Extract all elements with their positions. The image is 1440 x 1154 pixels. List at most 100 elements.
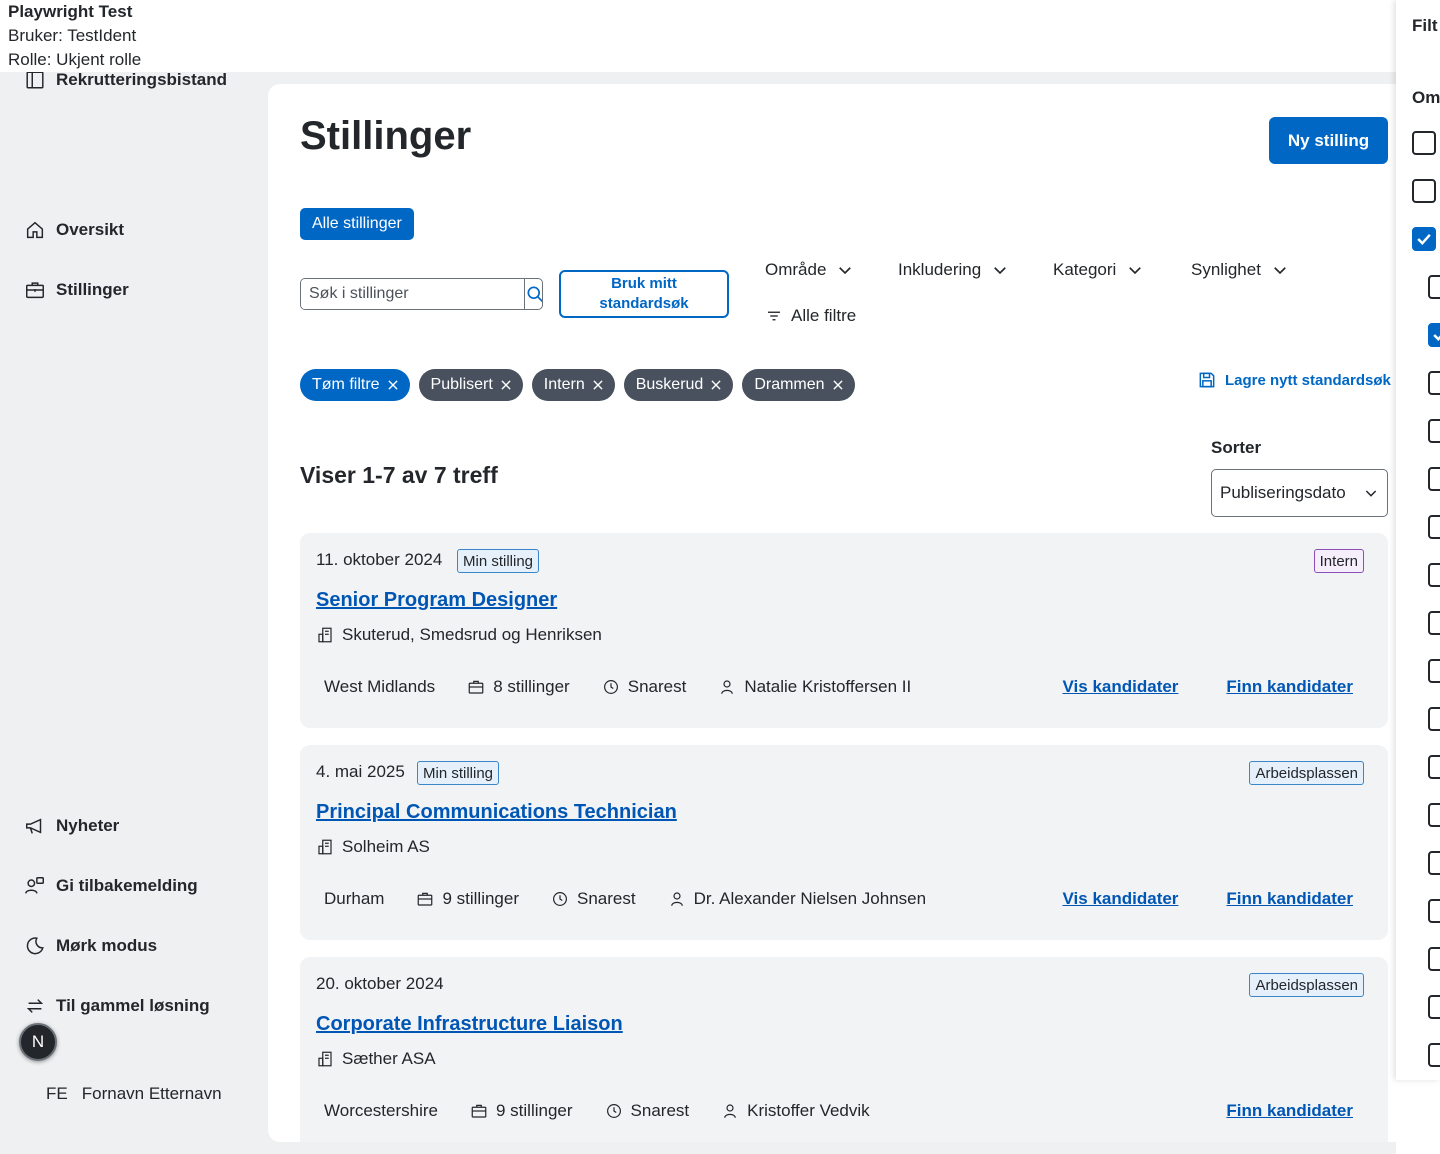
position-count-text: 9 stillinger	[442, 889, 520, 908]
position-count: 8 stillinger	[467, 677, 570, 697]
filter-checkbox[interactable]	[1428, 419, 1440, 443]
sidebar: Rekrutteringsbistand Oversikt Stillinger…	[0, 69, 268, 1154]
filter-checkbox[interactable]	[1428, 995, 1440, 1019]
all-filters-button[interactable]: Alle filtre	[765, 306, 856, 326]
filter-checkbox[interactable]	[1428, 899, 1440, 923]
clear-filters-chip[interactable]: Tøm filtre	[300, 369, 410, 401]
filter-checkbox[interactable]	[1428, 659, 1440, 683]
view-candidates-link[interactable]: Vis kandidater	[1063, 677, 1179, 697]
position-card: 11. oktober 2024 Min stilling Intern Sen…	[300, 533, 1388, 728]
filter-checkbox[interactable]	[1412, 179, 1436, 203]
app-shell: Rekrutteringsbistand Oversikt Stillinger…	[0, 69, 1420, 1154]
filter-checkbox[interactable]	[1428, 275, 1440, 299]
person-icon	[721, 680, 734, 694]
position-title-link[interactable]: Corporate Infrastructure Liaison	[316, 1013, 623, 1036]
swap-icon	[26, 999, 44, 1013]
filter-checkbox[interactable]	[1428, 851, 1440, 875]
filter-label: Synlighet	[1191, 260, 1261, 279]
tab-all-positions[interactable]: Alle stillinger	[300, 208, 414, 240]
sort-value: Publiseringsdato	[1220, 483, 1346, 502]
view-candidates-link[interactable]: Vis kandidater	[1063, 889, 1179, 909]
deadline-text: Snarest	[627, 677, 687, 696]
save-standard-search-button[interactable]: Lagre nytt standardsøk	[1197, 370, 1391, 390]
filter-icon	[768, 311, 780, 321]
close-icon	[832, 380, 843, 390]
publish-date: 20. oktober 2024	[316, 974, 444, 993]
my-position-tag: Min stilling	[417, 761, 500, 785]
user-menu[interactable]: FE Fornavn Etternavn	[46, 1084, 222, 1104]
dev-tools-avatar[interactable]: N	[19, 1023, 57, 1061]
building-icon	[318, 627, 332, 643]
chevron-down-icon	[1365, 490, 1377, 497]
chevron-down-icon	[994, 267, 1007, 275]
filter-checkbox[interactable]	[1428, 323, 1440, 347]
sidebar-item-mork-modus[interactable]: Mørk modus	[24, 935, 157, 957]
owner-text: Natalie Kristoffersen II	[744, 677, 912, 696]
sort-select[interactable]: Publiseringsdato	[1211, 469, 1388, 517]
sidebar-item-nyheter[interactable]: Nyheter	[24, 815, 119, 837]
position-title-link[interactable]: Principal Communications Technician	[316, 801, 677, 824]
filter-inkludering[interactable]: Inkludering	[898, 260, 1009, 280]
building-icon	[318, 839, 332, 855]
filter-checkbox[interactable]	[1428, 947, 1440, 971]
search-input[interactable]	[301, 279, 524, 309]
filter-chip-publisert[interactable]: Publisert	[418, 369, 523, 401]
briefcase-icon	[468, 680, 484, 694]
sidebar-item-label: Mørk modus	[56, 936, 158, 955]
sidebar-item-gammel-losning[interactable]: Til gammel løsning	[24, 995, 210, 1017]
close-icon	[501, 380, 511, 390]
filter-checkbox[interactable]	[1428, 755, 1440, 779]
filter-label: Område	[765, 260, 827, 279]
location-text: West Midlands	[324, 677, 436, 696]
filter-checkbox[interactable]	[1428, 1043, 1440, 1067]
publish-date: 11. oktober 2024	[316, 550, 443, 569]
find-candidates-link[interactable]: Finn kandidater	[1226, 889, 1353, 909]
find-candidates-link[interactable]: Finn kandidater	[1226, 1101, 1353, 1121]
filter-kategori[interactable]: Kategori	[1053, 260, 1144, 280]
search-box	[300, 278, 543, 310]
sidebar-item-oversikt[interactable]: Oversikt	[24, 219, 124, 241]
floppy-disk-icon	[1199, 372, 1215, 388]
filter-checkbox[interactable]	[1428, 611, 1440, 635]
position-card: 20. oktober 2024 Arbeidsplassen Corporat…	[300, 957, 1388, 1142]
filter-checkbox[interactable]	[1428, 515, 1440, 539]
sidebar-item-stillinger[interactable]: Stillinger	[24, 279, 129, 301]
filter-checkbox[interactable]	[1428, 563, 1440, 587]
card-links: Finn kandidater	[1226, 1101, 1353, 1121]
filter-chip-drammen[interactable]: Drammen	[742, 369, 855, 401]
filter-checkbox[interactable]	[1428, 707, 1440, 731]
filter-checkbox[interactable]	[1428, 371, 1440, 395]
deadline: Snarest	[605, 1101, 689, 1121]
sidebar-item-label: Oversikt	[56, 220, 125, 239]
filter-omrade[interactable]: Område	[765, 260, 854, 280]
chip-label: Buskerud	[635, 376, 704, 393]
use-standard-search-button[interactable]: Bruk mitt standardsøk	[559, 270, 729, 318]
position-card: 4. mai 2025 Min stilling Arbeidsplassen …	[300, 745, 1388, 940]
brand-label: Rekrutteringsbistand	[56, 70, 227, 89]
filter-checkbox[interactable]	[1428, 803, 1440, 827]
checkmark-icon	[1433, 334, 1440, 341]
filter-checkbox[interactable]	[1412, 131, 1436, 155]
filter-checkbox[interactable]	[1412, 227, 1436, 251]
search-button[interactable]	[524, 279, 542, 309]
find-candidates-link[interactable]: Finn kandidater	[1226, 677, 1353, 697]
position-count-text: 8 stillinger	[493, 677, 570, 696]
source-tag: Arbeidsplassen	[1249, 761, 1364, 785]
filter-chip-intern[interactable]: Intern	[531, 369, 615, 401]
employer: Solheim AS	[316, 837, 430, 857]
filter-checkbox[interactable]	[1428, 467, 1440, 491]
sidebar-item-label: Stillinger	[56, 280, 129, 299]
sidebar-brand[interactable]: Rekrutteringsbistand	[24, 69, 227, 91]
new-position-button[interactable]: Ny stilling	[1269, 117, 1388, 164]
test-user: Bruker: TestIdent	[8, 26, 137, 45]
all-filters-label: Alle filtre	[791, 306, 857, 325]
position-title-link[interactable]: Senior Program Designer	[316, 589, 557, 612]
filter-label: Inkludering	[898, 260, 982, 279]
filter-chip-buskerud[interactable]: Buskerud	[623, 369, 734, 401]
employer-name: Sæther ASA	[342, 1049, 436, 1068]
sidebar-item-tilbakemelding[interactable]: Gi tilbakemelding	[24, 875, 198, 897]
owner: Natalie Kristoffersen II	[718, 677, 911, 697]
position-meta: Worcestershire 9 stillinger Snarest Kris…	[324, 1101, 902, 1121]
filter-synlighet[interactable]: Synlighet	[1191, 260, 1289, 280]
chip-label: Publisert	[430, 376, 493, 393]
